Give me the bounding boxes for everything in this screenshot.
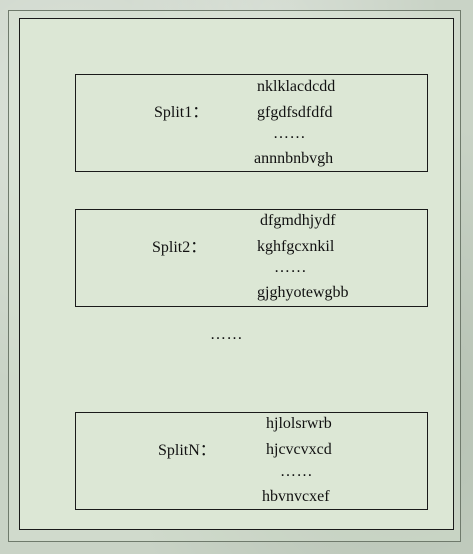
split-line: hjlolsrwrb: [266, 415, 332, 432]
split-line: gfgdfsdfdfd: [257, 104, 333, 121]
split-line: kghfgcxnkil: [257, 238, 335, 255]
split-box-2: Split2： dfgmdhjydf kghfgcxnkil …… gjghyo…: [75, 209, 428, 307]
split-line: hjcvcvxcd: [266, 441, 332, 458]
diagram-panel: Split1： nklklacdcdd gfgdfsdfdfd …… annnb…: [19, 18, 454, 530]
split-line: annnbnbvgh: [254, 150, 334, 167]
split-line: gjghyotewgbb: [257, 284, 349, 301]
split-ellipsis: ……: [280, 463, 313, 480]
more-splits-ellipsis: ……: [210, 326, 243, 343]
split-ellipsis: ……: [274, 259, 307, 276]
split-label: SplitN：: [158, 442, 216, 459]
split-line: hbvnvcxef: [262, 488, 330, 505]
split-ellipsis: ……: [273, 125, 306, 142]
split-box-1: Split1： nklklacdcdd gfgdfsdfdfd …… annnb…: [75, 74, 428, 172]
split-label: Split1：: [154, 104, 209, 121]
split-line: dfgmdhjydf: [260, 212, 336, 229]
split-line: nklklacdcdd: [257, 78, 336, 95]
split-label: Split2：: [152, 239, 207, 256]
split-box-n: SplitN： hjlolsrwrb hjcvcvxcd …… hbvnvcxe…: [75, 412, 428, 510]
